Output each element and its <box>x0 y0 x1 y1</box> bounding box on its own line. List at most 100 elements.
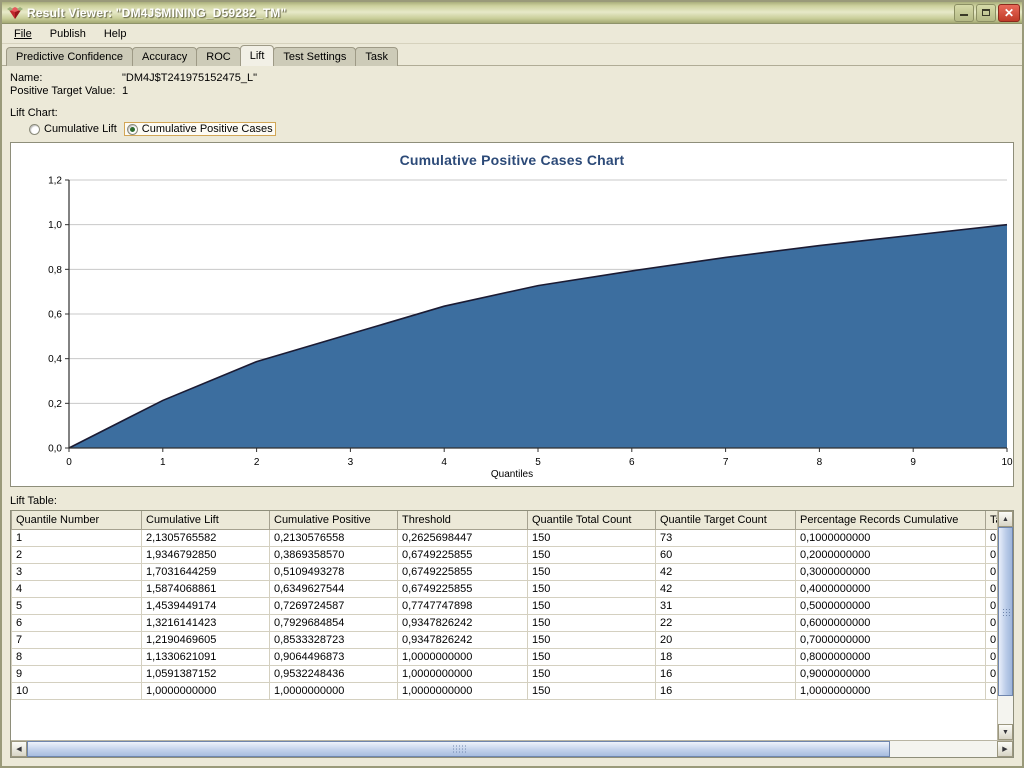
table-cell: 1,1330621091 <box>142 648 270 665</box>
lift-table-label-text: Lift Table: <box>10 495 57 507</box>
table-cell: 9 <box>12 665 142 682</box>
tab-roc[interactable]: ROC <box>196 47 240 66</box>
name-label: Name: <box>10 72 122 84</box>
table-cell: 3 <box>12 563 142 580</box>
table-cell: 2 <box>12 546 142 563</box>
table-row[interactable]: 51,45394491740,72697245870,7747747898150… <box>12 597 998 614</box>
vertical-scroll-track[interactable] <box>998 527 1013 724</box>
menu-publish-label: Publish <box>50 28 86 40</box>
table-row[interactable]: 81,13306210910,90644968731,0000000000150… <box>12 648 998 665</box>
table-cell: 150 <box>528 648 656 665</box>
table-cell: 7 <box>12 631 142 648</box>
lift-table-viewport: Quantile NumberCumulative LiftCumulative… <box>11 511 997 740</box>
tab-test-settings[interactable]: Test Settings <box>273 47 356 66</box>
window-titlebar: Result Viewer: "DM4J$MINING_D59282_TM" ✕ <box>2 2 1022 24</box>
table-row[interactable]: 31,70316442590,51094932780,6749225855150… <box>12 563 998 580</box>
table-cell: 0,2625698447 <box>398 529 528 546</box>
vertical-scroll-thumb[interactable] <box>998 527 1013 696</box>
minimize-button[interactable] <box>954 4 974 22</box>
table-cell: 1,9346792850 <box>142 546 270 563</box>
tab-label: Accuracy <box>142 51 187 63</box>
menu-help-label: Help <box>104 28 127 40</box>
table-cell: 150 <box>528 529 656 546</box>
svg-text:0,2: 0,2 <box>48 399 62 410</box>
column-header[interactable]: Quantile Target Count <box>656 511 796 529</box>
table-cell: 1,0000000000 <box>398 648 528 665</box>
gem-icon <box>6 5 24 21</box>
lift-chart-label: Lift Chart: <box>10 107 1014 119</box>
table-cell: 1 <box>12 529 142 546</box>
lift-chart-radio-group: Cumulative Lift Cumulative Positive Case… <box>26 122 1014 136</box>
scroll-right-button[interactable]: ▶ <box>997 741 1013 757</box>
table-cell: 150 <box>528 597 656 614</box>
tab-predictive-confidence[interactable]: Predictive Confidence <box>6 47 133 66</box>
table-cell: 0,491451 <box>986 529 998 546</box>
model-info: Name: "DM4J$T241975152475_L" Positive Ta… <box>10 72 1014 97</box>
table-cell: 4 <box>12 580 142 597</box>
table-cell: 0,6000000000 <box>796 614 986 631</box>
table-cell: 1,7031644259 <box>142 563 270 580</box>
horizontal-scroll-thumb[interactable] <box>27 741 890 757</box>
table-cell: 8 <box>12 648 142 665</box>
scroll-down-button[interactable]: ▼ <box>998 724 1013 740</box>
radio-cumulative-positive-cases-label: Cumulative Positive Cases <box>142 123 273 135</box>
table-cell: 0,304852 <box>986 614 998 631</box>
column-header[interactable]: Quantile Number <box>12 511 142 529</box>
table-row[interactable]: 41,58740688610,63496275440,6749225855150… <box>12 580 998 597</box>
horizontal-scrollbar[interactable]: ◀ ▶ <box>11 740 1013 757</box>
table-cell: 0,244301 <box>986 665 998 682</box>
window-title: Result Viewer: "DM4J$MINING_D59282_TM" <box>27 6 954 20</box>
table-cell: 0,7747747898 <box>398 597 528 614</box>
table-cell: 0,3000000000 <box>796 563 986 580</box>
table-cell: 0,9347826242 <box>398 631 528 648</box>
column-header[interactable]: Target D <box>986 511 998 529</box>
table-cell: 0,5000000000 <box>796 597 986 614</box>
table-row[interactable]: 12,13057655820,21305765580,2625698447150… <box>12 529 998 546</box>
tab-bar: Predictive Confidence Accuracy ROC Lift … <box>2 44 1022 66</box>
table-row[interactable]: 91,05913871520,95322484361,0000000000150… <box>12 665 998 682</box>
lift-table-body: 12,13057655820,21305765580,2625698447150… <box>12 529 998 699</box>
column-header[interactable]: Percentage Records Cumulative <box>796 511 986 529</box>
window-controls: ✕ <box>954 4 1020 22</box>
table-row[interactable]: 71,21904696050,85333287230,9347826242150… <box>12 631 998 648</box>
lift-table-header: Quantile NumberCumulative LiftCumulative… <box>12 511 998 529</box>
menu-help[interactable]: Help <box>96 26 135 42</box>
svg-text:3: 3 <box>348 457 354 468</box>
table-cell: 0,8000000000 <box>796 648 986 665</box>
lift-table-scroll: Quantile NumberCumulative LiftCumulative… <box>11 511 1013 740</box>
radio-cumulative-positive-cases[interactable]: Cumulative Positive Cases <box>124 122 276 136</box>
table-cell: 1,2190469605 <box>142 631 270 648</box>
column-header[interactable]: Cumulative Positive <box>270 511 398 529</box>
tab-task[interactable]: Task <box>355 47 398 66</box>
plot-area: Cumulative Positive Cases Quantiles 0,00… <box>11 143 1013 486</box>
radio-cumulative-lift[interactable]: Cumulative Lift <box>26 122 120 136</box>
maximize-button[interactable] <box>976 4 996 22</box>
column-header[interactable]: Quantile Total Count <box>528 511 656 529</box>
horizontal-scroll-track[interactable] <box>27 741 997 757</box>
table-cell: 0,5109493278 <box>270 563 398 580</box>
svg-text:1: 1 <box>160 457 166 468</box>
menu-publish[interactable]: Publish <box>42 26 94 42</box>
tab-lift[interactable]: Lift <box>240 45 275 66</box>
scroll-up-button[interactable]: ▲ <box>998 511 1013 527</box>
table-cell: 0,7000000000 <box>796 631 986 648</box>
tab-accuracy[interactable]: Accuracy <box>132 47 197 66</box>
table-row[interactable]: 61,32161414230,79296848540,9347826242150… <box>12 614 998 631</box>
vertical-scrollbar[interactable]: ▲ ▼ <box>997 511 1013 740</box>
column-header[interactable]: Threshold <box>398 511 528 529</box>
close-button[interactable]: ✕ <box>998 4 1020 22</box>
lift-chart-label-text: Lift Chart: <box>10 107 58 119</box>
lift-chart-panel: Cumulative Positive Cases Chart Cumulati… <box>10 142 1014 487</box>
column-header[interactable]: Cumulative Lift <box>142 511 270 529</box>
menu-file[interactable]: File <box>6 26 40 42</box>
table-row[interactable]: 21,93467928500,38693585700,6749225855150… <box>12 546 998 563</box>
table-cell: 0,446266 <box>986 546 998 563</box>
scroll-left-button[interactable]: ◀ <box>11 741 27 757</box>
lift-table-container: Quantile NumberCumulative LiftCumulative… <box>10 510 1014 758</box>
table-cell: 0,261359 <box>986 648 998 665</box>
table-row[interactable]: 101,00000000001,00000000001,000000000015… <box>12 682 998 699</box>
table-cell: 42 <box>656 580 796 597</box>
lift-chart-svg: 0,00,20,40,60,81,01,2012345678910 <box>11 143 1017 488</box>
table-cell: 1,0000000000 <box>398 682 528 699</box>
table-cell: 0,230666 <box>986 682 998 699</box>
